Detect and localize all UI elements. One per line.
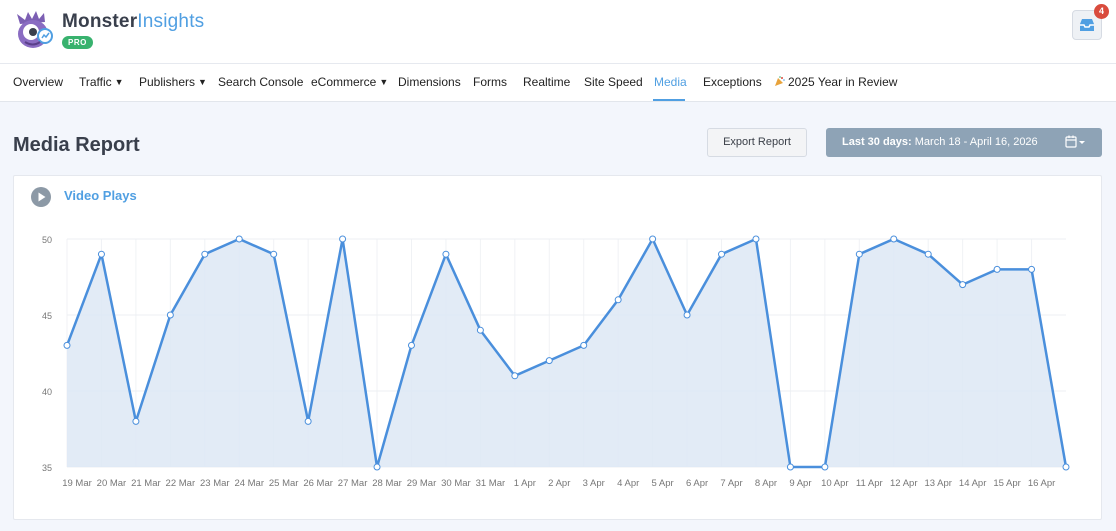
x-tick-label: 3 Apr (583, 478, 605, 489)
x-tick-label: 25 Mar (269, 478, 299, 489)
data-point (545, 357, 553, 365)
x-tick-label: 27 Mar (338, 478, 368, 489)
data-point (442, 250, 450, 258)
data-point (235, 235, 243, 243)
data-point (718, 250, 726, 258)
calendar-icon (1065, 135, 1085, 148)
tab-overview[interactable]: Overview (13, 75, 63, 89)
data-point (97, 250, 105, 258)
data-point (339, 235, 347, 243)
x-tick-label: 11 Apr (856, 478, 883, 489)
x-tick-label: 24 Mar (234, 478, 264, 489)
date-range-picker[interactable]: Last 30 days: March 18 - April 16, 2026 (826, 128, 1102, 157)
x-tick-label: 12 Apr (890, 478, 917, 489)
data-point (855, 250, 863, 258)
data-point (752, 235, 760, 243)
active-tab-indicator (653, 99, 685, 101)
x-tick-label: 28 Mar (372, 478, 402, 489)
tab-exceptions[interactable]: Exceptions (703, 75, 762, 89)
x-tick-label: 20 Mar (97, 478, 127, 489)
chevron-down-icon: ▼ (379, 77, 389, 87)
data-point (786, 463, 794, 471)
x-tick-label: 26 Mar (303, 478, 333, 489)
y-tick-label: 45 (42, 311, 52, 321)
monster-logo-icon (17, 11, 53, 48)
data-point (407, 341, 415, 349)
data-point (132, 417, 140, 425)
data-point (373, 463, 381, 471)
y-tick-label: 35 (42, 463, 52, 473)
data-point (63, 341, 71, 349)
tab-site-speed[interactable]: Site Speed (584, 75, 643, 89)
tab-ecommerce[interactable]: eCommerce ▼ (311, 75, 388, 89)
x-tick-label: 7 Apr (720, 478, 742, 489)
x-tick-label: 19 Mar (62, 478, 92, 489)
x-tick-label: 14 Apr (959, 478, 986, 489)
data-point (683, 311, 691, 319)
top-bar: MonsterInsights PRO 4 (0, 0, 1116, 64)
data-point (959, 281, 967, 289)
data-point (166, 311, 174, 319)
tab-media[interactable]: Media (654, 75, 687, 89)
x-tick-label: 31 Mar (476, 478, 506, 489)
x-tick-label: 21 Mar (131, 478, 161, 489)
x-tick-label: 10 Apr (821, 478, 848, 489)
card-title: Video Plays (64, 188, 137, 203)
data-point (890, 235, 898, 243)
tab-publishers[interactable]: Publishers ▼ (139, 75, 207, 89)
x-tick-label: 16 Apr (1028, 478, 1055, 489)
y-tick-label: 50 (42, 235, 52, 245)
data-point (1028, 265, 1036, 273)
tab-dimensions[interactable]: Dimensions (398, 75, 461, 89)
data-point (614, 296, 622, 304)
data-point (924, 250, 932, 258)
tab-year-in-review[interactable]: 2025 Year in Review (774, 75, 897, 89)
chevron-down-icon: ▼ (114, 77, 124, 87)
data-point (580, 341, 588, 349)
tab-traffic[interactable]: Traffic ▼ (79, 75, 124, 89)
data-point (1062, 463, 1070, 471)
report-nav: Overview Traffic ▼ Publishers ▼ Search Con… (0, 64, 1116, 102)
pro-badge: PRO (62, 36, 93, 49)
data-point (649, 235, 657, 243)
tab-search-console[interactable]: Search Console (218, 75, 303, 89)
x-tick-label: 6 Apr (686, 478, 708, 489)
x-tick-label: 15 Apr (993, 478, 1020, 489)
data-point (511, 372, 519, 380)
export-report-button[interactable]: Export Report (707, 128, 807, 157)
data-point (201, 250, 209, 258)
x-tick-label: 29 Mar (407, 478, 437, 489)
data-point (270, 250, 278, 258)
page-title: Media Report (13, 134, 140, 156)
x-tick-label: 23 Mar (200, 478, 230, 489)
tab-forms[interactable]: Forms (473, 75, 507, 89)
party-popper-icon (775, 76, 785, 86)
data-point (476, 326, 484, 334)
x-tick-label: 8 Apr (755, 478, 777, 489)
x-tick-label: 9 Apr (789, 478, 811, 489)
inbox-icon (1080, 19, 1094, 31)
chevron-down-icon: ▼ (198, 77, 207, 87)
date-range-value: March 18 - April 16, 2026 (914, 136, 1038, 148)
notification-count-badge: 4 (1094, 4, 1109, 19)
data-point (993, 265, 1001, 273)
x-tick-label: 5 Apr (652, 478, 674, 489)
x-tick-label: 2 Apr (548, 478, 570, 489)
date-range-prefix: Last 30 days: (842, 136, 912, 148)
x-tick-label: 30 Mar (441, 478, 471, 489)
x-tick-label: 13 Apr (924, 478, 951, 489)
data-point (821, 463, 829, 471)
x-tick-label: 22 Mar (166, 478, 196, 489)
y-tick-label: 40 (42, 387, 52, 397)
data-point (304, 417, 312, 425)
x-tick-label: 4 Apr (617, 478, 639, 489)
brand-name: MonsterInsights (62, 11, 205, 32)
video-plays-chart: 35 40 45 50 19 Mar 20 Mar 21 Mar 22 Mar 23 Mar 24… (42, 235, 1070, 489)
x-tick-label: 1 Apr (514, 478, 536, 489)
video-plays-card: 35 40 45 50 19 Mar 20 Mar 21 Mar 22 Mar 23 Mar 24… (13, 175, 1102, 520)
tab-realtime[interactable]: Realtime (523, 75, 570, 89)
play-icon (31, 187, 51, 207)
